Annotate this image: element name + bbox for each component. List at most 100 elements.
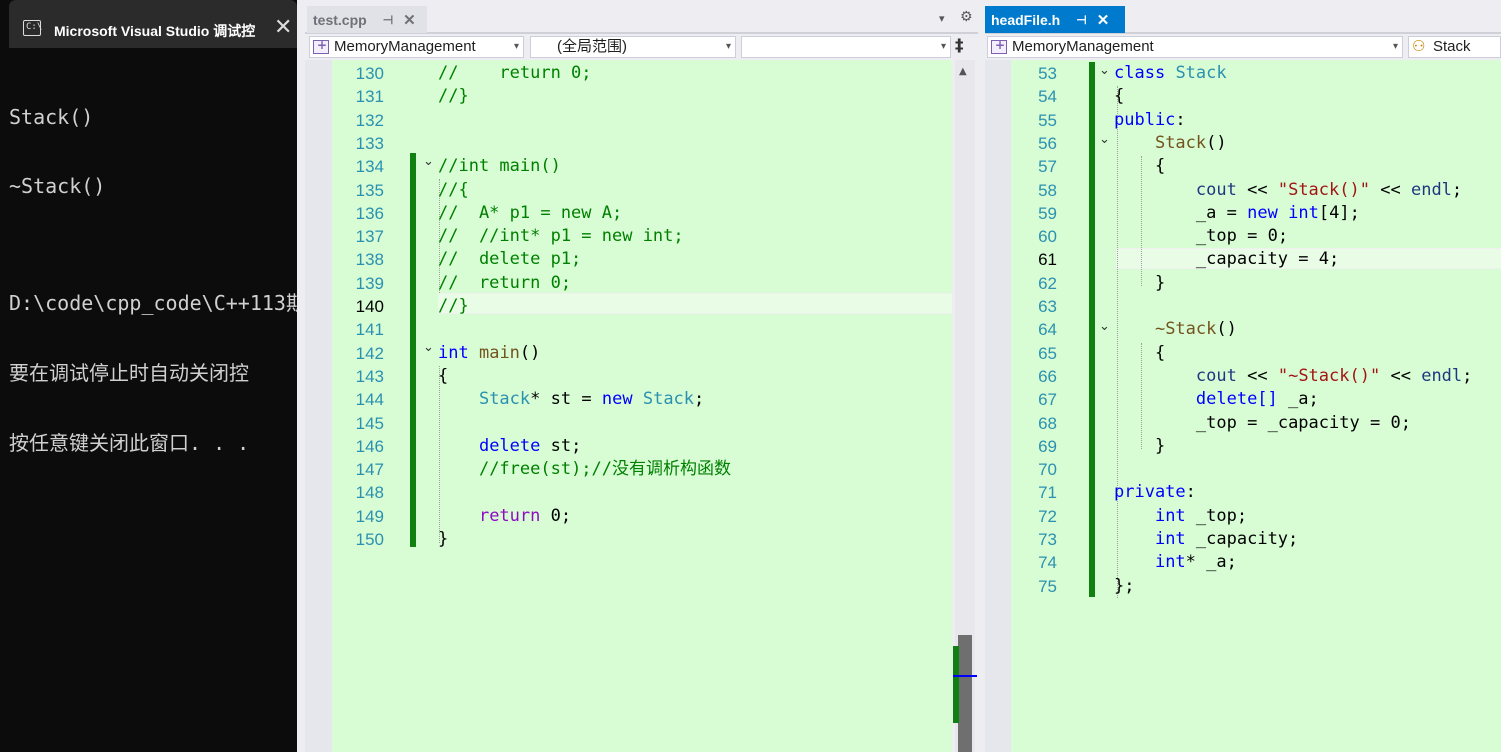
close-icon[interactable]: ✕ [403,11,416,29]
line-number: 139 [355,273,384,293]
line-number: 147 [355,460,384,480]
code-line[interactable]: { [1114,155,1165,178]
chevron-down-icon: ▾ [940,41,946,52]
code-line[interactable]: //} [438,295,469,318]
console-icon [23,20,42,36]
code-line[interactable]: Stack* st = new Stack; [438,388,704,411]
code-line[interactable]: //free(st);//没有调析构函数 [438,458,731,481]
project-icon [313,38,329,54]
code-line[interactable]: return 0; [438,505,571,528]
line-number: 145 [355,413,384,433]
scope-dropdown[interactable]: (全局范围) ▾ [530,36,736,58]
code-line[interactable]: int main() [438,342,540,365]
code-line[interactable]: private: [1114,481,1196,504]
navigation-bar: MemoryManagement ▾ ⚇ Stack [985,34,1501,60]
code-area[interactable]: ⌄ ⌄ ⌄ 53 54 55 56 57 58 59 60 61 62 63 64 65 66 67 68 69… [1011,60,1501,752]
editor-test-cpp: test.cpp ⊣ ✕ ▾ ⚙ MemoryManagement ▾ (全局范… [305,0,978,752]
line-number: 143 [355,366,384,386]
line-number: 63 [1038,297,1057,316]
tab-strip: test.cpp ⊣ ✕ ▾ ⚙ [305,0,978,34]
line-number: 140 [355,297,384,316]
close-icon[interactable]: ✕ [274,15,292,40]
project-dropdown[interactable]: MemoryManagement ▾ [309,36,524,58]
pin-icon[interactable]: ⊣ [1076,13,1086,27]
chevron-down-icon[interactable]: ⌄ [1099,63,1110,78]
gear-icon[interactable]: ⚙ [960,9,973,25]
line-number: 144 [355,390,384,410]
code-line[interactable]: _a = new int[4]; [1114,202,1360,225]
vertical-scrollbar[interactable]: ▲ [953,60,977,752]
line-number: 55 [1038,110,1057,130]
tab-headfile-h[interactable]: headFile.h ⊣ ✕ [985,6,1125,33]
code-line[interactable]: cout << "Stack()" << endl; [1114,179,1462,202]
member-dropdown[interactable]: ⚇ Stack [1408,36,1501,58]
scrollbar-caret-marker [953,675,977,677]
current-line-highlight [438,293,952,314]
line-number: 53 [1038,64,1057,83]
code-line[interactable]: { [438,365,448,388]
code-line[interactable]: int* _a; [1114,551,1237,574]
code-line[interactable]: int _capacity; [1114,528,1298,551]
split-window-icon[interactable]: ‡ [955,36,964,56]
line-number: 70 [1038,460,1057,480]
line-number: 71 [1038,483,1057,503]
tab-test-cpp[interactable]: test.cpp ⊣ ✕ [307,6,427,33]
code-line[interactable]: _top = 0; [1114,225,1288,248]
code-line[interactable]: //} [438,85,469,108]
code-line[interactable]: // A* p1 = new A; [438,202,622,225]
member-dropdown[interactable]: ▾ [741,36,951,58]
code-line[interactable]: // return 0; [438,62,592,85]
code-line[interactable]: public: [1114,109,1186,132]
console-tab[interactable]: Microsoft Visual Studio 调试控 ✕ [9,0,297,48]
code-line[interactable]: Stack() [1114,132,1227,155]
code-line[interactable]: cout << "~Stack()" << endl; [1114,365,1473,388]
code-area[interactable]: ⌄ ⌄ 130 131 132 133 134 135 136 137 138 139 140 141… [332,60,952,752]
code-line[interactable]: class Stack [1114,62,1227,85]
navigation-bar: MemoryManagement ▾ (全局范围) ▾ ▾ ‡ [305,34,978,60]
code-line[interactable]: { [1114,85,1124,108]
chevron-down-icon[interactable]: ⌄ [423,154,434,169]
code-line[interactable]: // return 0; [438,272,571,295]
project-dropdown[interactable]: MemoryManagement ▾ [987,36,1403,58]
code-line[interactable]: _top = _capacity = 0; [1114,412,1411,435]
code-line[interactable]: //{ [438,179,469,202]
console-line: 要在调试停止时自动关闭控 [9,360,249,385]
code-line[interactable]: } [438,528,448,551]
scrollbar-thumb[interactable] [958,635,972,752]
code-line[interactable]: // //int* p1 = new int; [438,225,684,248]
chevron-down-icon[interactable]: ⌄ [423,340,434,355]
code-line[interactable]: //int main() [438,155,561,178]
pin-icon[interactable]: ⊣ [383,13,393,27]
close-icon[interactable]: ✕ [1097,11,1110,29]
line-number: 61 [1038,250,1057,270]
code-line[interactable]: delete st; [438,435,581,458]
indicator-margin [985,60,1011,752]
code-line[interactable]: } [1114,435,1165,458]
scroll-up-icon[interactable]: ▲ [959,66,967,77]
console-line: ~Stack() [9,174,106,199]
tab-list-dropdown-icon[interactable]: ▾ [939,12,945,25]
line-number: 73 [1038,530,1057,549]
code-line[interactable]: // delete p1; [438,248,581,271]
debug-console-window[interactable]: Microsoft Visual Studio 调试控 ✕ Stack() ~S… [0,0,297,752]
code-line[interactable]: }; [1114,575,1135,598]
line-number: 69 [1038,436,1057,456]
line-number: 58 [1038,180,1057,200]
chevron-down-icon[interactable]: ⌄ [1099,319,1110,334]
line-number: 138 [355,250,384,270]
code-line[interactable]: _capacity = 4; [1114,248,1339,271]
code-line[interactable]: int _top; [1114,505,1247,528]
code-line[interactable]: } [1114,272,1165,295]
line-number: 150 [355,530,384,549]
line-number: 146 [355,436,384,456]
console-output: Stack() ~Stack() D:\code\cpp_code\C++113… [9,59,297,502]
code-line[interactable]: delete[] _a; [1114,388,1319,411]
code-line[interactable]: ~Stack() [1114,318,1237,341]
line-number: 74 [1038,553,1057,573]
tab-label: headFile.h [991,11,1061,28]
chevron-down-icon: ▾ [513,41,519,52]
line-number: 72 [1038,506,1057,526]
line-number: 148 [355,483,384,503]
chevron-down-icon[interactable]: ⌄ [1099,132,1110,147]
code-line[interactable]: { [1114,342,1165,365]
